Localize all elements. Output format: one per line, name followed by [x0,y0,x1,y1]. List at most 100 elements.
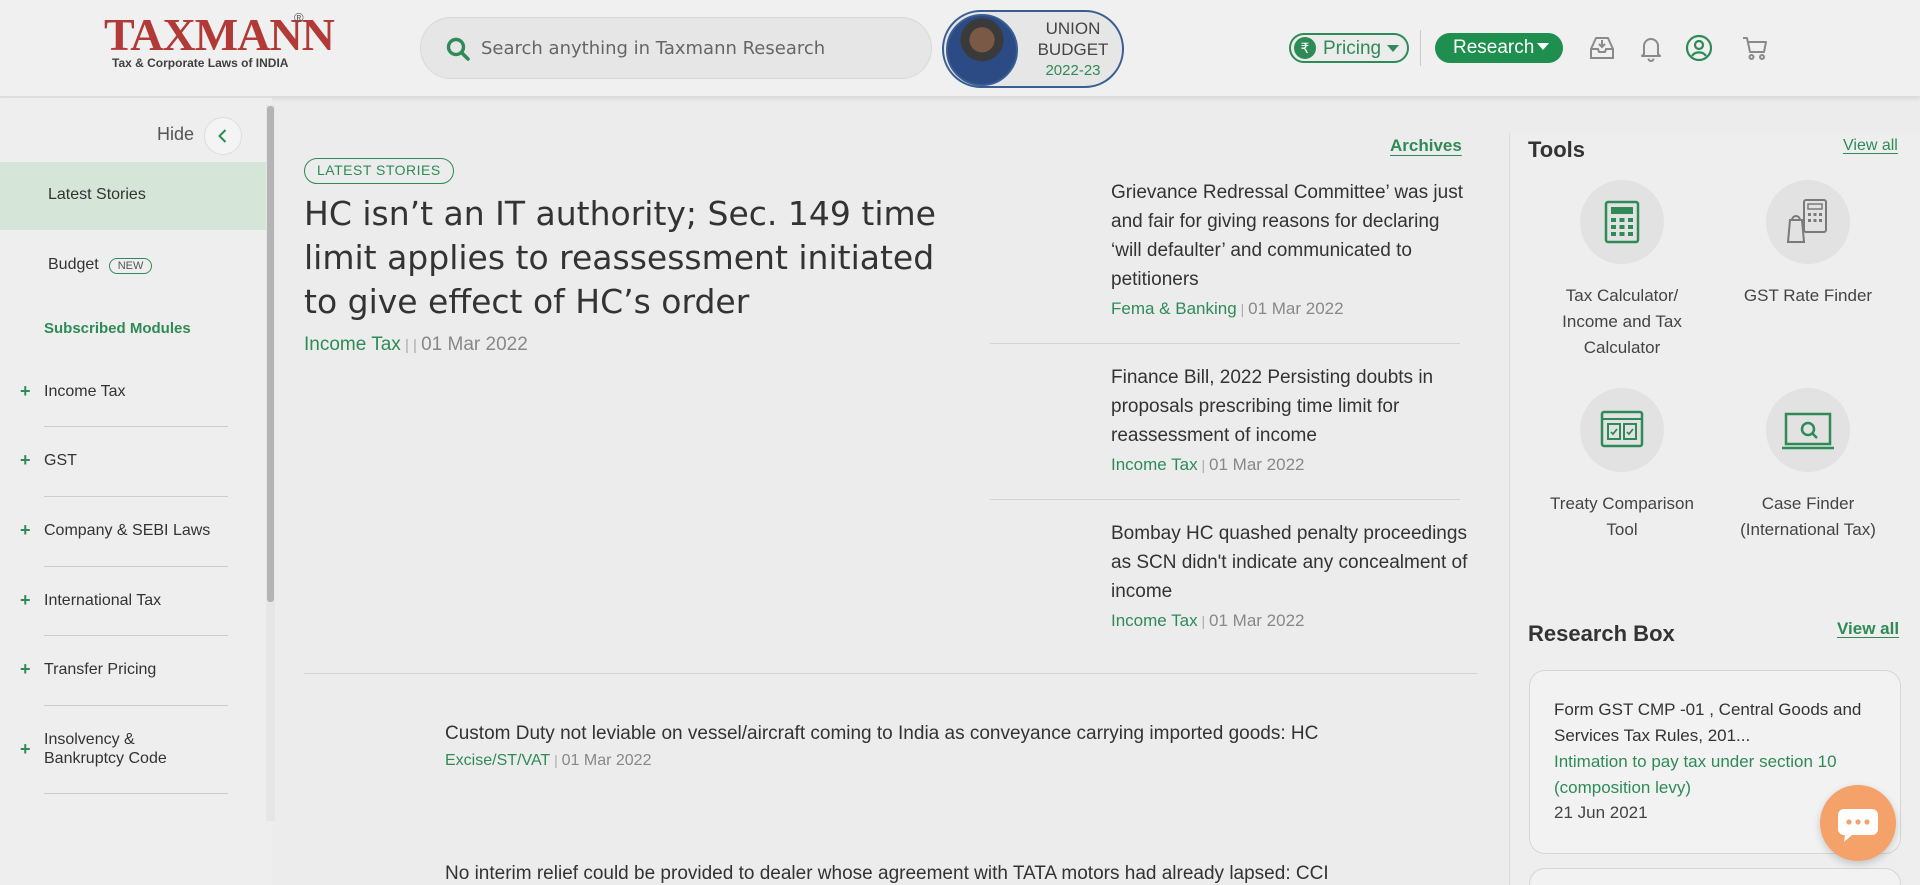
module-label: International Tax [44,592,162,609]
module-divider [44,793,228,794]
sidebar-item-budget[interactable]: Budget NEW [48,256,153,274]
side-story-date: 01 Mar 2022 [1209,611,1305,630]
list-story-category[interactable]: Excise/ST/VAT [445,752,550,769]
new-badge: NEW [108,258,153,274]
chevron-down-icon [1387,45,1399,52]
research-box-heading: Research Box [1528,621,1675,646]
sidebar-scrollbar-thumb[interactable] [267,106,274,602]
module-divider [44,705,228,706]
featured-story-meta: Income Tax | | 01 Mar 2022 [304,334,528,356]
case-finder-icon [1782,412,1834,450]
module-label: GST [44,452,77,469]
research-card-title[interactable]: Form GST CMP -01 , Central Goods and Ser… [1554,697,1884,749]
expand-plus-icon[interactable]: + [20,521,31,539]
expand-plus-icon[interactable]: + [20,591,31,609]
module-divider [44,426,228,427]
side-story[interactable]: Finance Bill, 2022 Persisting doubts in … [1111,363,1471,475]
side-story-meta: Income Tax | 01 Mar 2022 [1111,611,1471,631]
subscribed-modules-heading: Subscribed Modules [44,320,191,337]
chat-button[interactable] [1820,785,1896,861]
module-label: Company & SEBI Laws [44,522,211,539]
expand-plus-icon[interactable]: + [20,382,31,400]
side-story[interactable]: Bombay HC quashed penalty proceedings as… [1111,519,1471,631]
budget-minister-photo [946,14,1018,86]
list-story[interactable]: No interim relief could be provided to d… [445,862,1465,885]
inbox-download-icon[interactable] [1588,34,1616,62]
tool-treaty-comparison-button[interactable] [1580,388,1664,472]
meta-separator: | [1236,301,1249,317]
side-story-category[interactable]: Income Tax [1111,611,1198,630]
side-story[interactable]: Grievance Redressal Committee’ was just … [1111,178,1471,319]
module-label: Insolvency & Bankruptcy Code [44,731,167,767]
budget-year: 2022-23 [1045,62,1101,79]
hide-sidebar-button[interactable] [204,117,242,155]
user-icon[interactable] [1685,34,1713,62]
side-story-date: 01 Mar 2022 [1209,455,1305,474]
meta-separator: | [1197,613,1210,629]
side-story-date: 01 Mar 2022 [1248,299,1344,318]
hide-sidebar-label[interactable]: Hide [157,124,194,145]
archives-link[interactable]: Archives [1390,136,1462,156]
logo-tagline: Tax & Corporate Laws of INDIA [112,56,289,70]
research-card-date: 21 Jun 2021 [1554,803,1648,822]
cart-icon[interactable] [1741,34,1769,62]
module-divider [44,496,228,497]
tool-tax-calculator-button[interactable] [1580,180,1664,264]
list-story-title[interactable]: No interim relief could be provided to d… [445,862,1465,885]
pricing-dropdown[interactable]: ₹ Pricing [1289,33,1409,63]
taxmann-logo[interactable]: TAXMANN ® Tax & Corporate Laws of INDIA [104,10,335,74]
module-divider [44,566,228,567]
module-label: Income Tax [44,383,126,400]
side-story-meta: Income Tax | 01 Mar 2022 [1111,455,1471,475]
search-bar[interactable] [420,17,932,79]
list-story-title[interactable]: Custom Duty not leviable on vessel/aircr… [445,722,1465,746]
search-icon [446,37,470,61]
header-divider [1420,30,1421,66]
story-divider [990,499,1460,500]
tool-label[interactable]: Tax Calculator/ Income and Tax Calculato… [1537,283,1707,361]
latest-stories-badge: LATEST STORIES [304,158,454,184]
section-divider [304,673,1478,674]
side-story-category[interactable]: Income Tax [1111,455,1198,474]
research-card[interactable] [1529,868,1901,885]
tool-label[interactable]: GST Rate Finder [1723,283,1893,309]
meta-separator: | | [400,337,422,354]
tools-view-all-link[interactable]: View all [1843,137,1898,155]
list-story-meta: Excise/ST/VAT | 01 Mar 2022 [445,752,1465,770]
search-input[interactable] [481,18,911,78]
featured-story-date: 01 Mar 2022 [421,334,528,355]
gst-rate-finder-icon [1786,199,1827,243]
tool-gst-rate-finder-button[interactable] [1766,180,1850,264]
budget-line-2: BUDGET [1037,40,1109,59]
tool-case-finder-button[interactable] [1766,388,1850,472]
rupee-icon: ₹ [1294,37,1316,59]
tools-heading: Tools [1528,137,1586,162]
research-view-all-link[interactable]: View all [1837,619,1899,639]
tool-label[interactable]: Treaty Comparison Tool [1537,491,1707,543]
side-story-title[interactable]: Finance Bill, 2022 Persisting doubts in … [1111,363,1471,450]
budget-line-1: UNION [1045,19,1101,38]
union-budget-banner[interactable]: UNION BUDGET 2022-23 [942,10,1124,88]
meta-separator: | [550,752,562,768]
featured-story-title[interactable]: HC isn’t an IT authority; Sec. 149 time … [304,192,964,324]
module-label: Transfer Pricing [44,661,157,678]
chevron-left-icon [218,129,227,143]
side-story-category[interactable]: Fema & Banking [1111,299,1237,318]
research-dropdown[interactable]: Research [1435,33,1563,63]
bell-icon[interactable] [1637,34,1665,62]
featured-story-category[interactable]: Income Tax [304,334,401,355]
budget-title: UNION BUDGET [1028,18,1118,60]
meta-separator: | [1197,457,1210,473]
research-label: Research [1453,37,1535,58]
side-story-title[interactable]: Grievance Redressal Committee’ was just … [1111,178,1471,294]
side-story-meta: Fema & Banking | 01 Mar 2022 [1111,299,1471,319]
side-story-title[interactable]: Bombay HC quashed penalty proceedings as… [1111,519,1471,606]
expand-plus-icon[interactable]: + [20,451,31,469]
expand-plus-icon[interactable]: + [20,660,31,678]
story-divider [990,343,1460,344]
tool-label[interactable]: Case Finder (International Tax) [1723,491,1893,543]
sidebar-item-latest-stories[interactable]: Latest Stories [48,186,146,204]
expand-plus-icon[interactable]: + [20,740,31,758]
sidebar-item-budget-label: Budget [48,256,99,273]
list-story[interactable]: Custom Duty not leviable on vessel/aircr… [445,722,1465,770]
